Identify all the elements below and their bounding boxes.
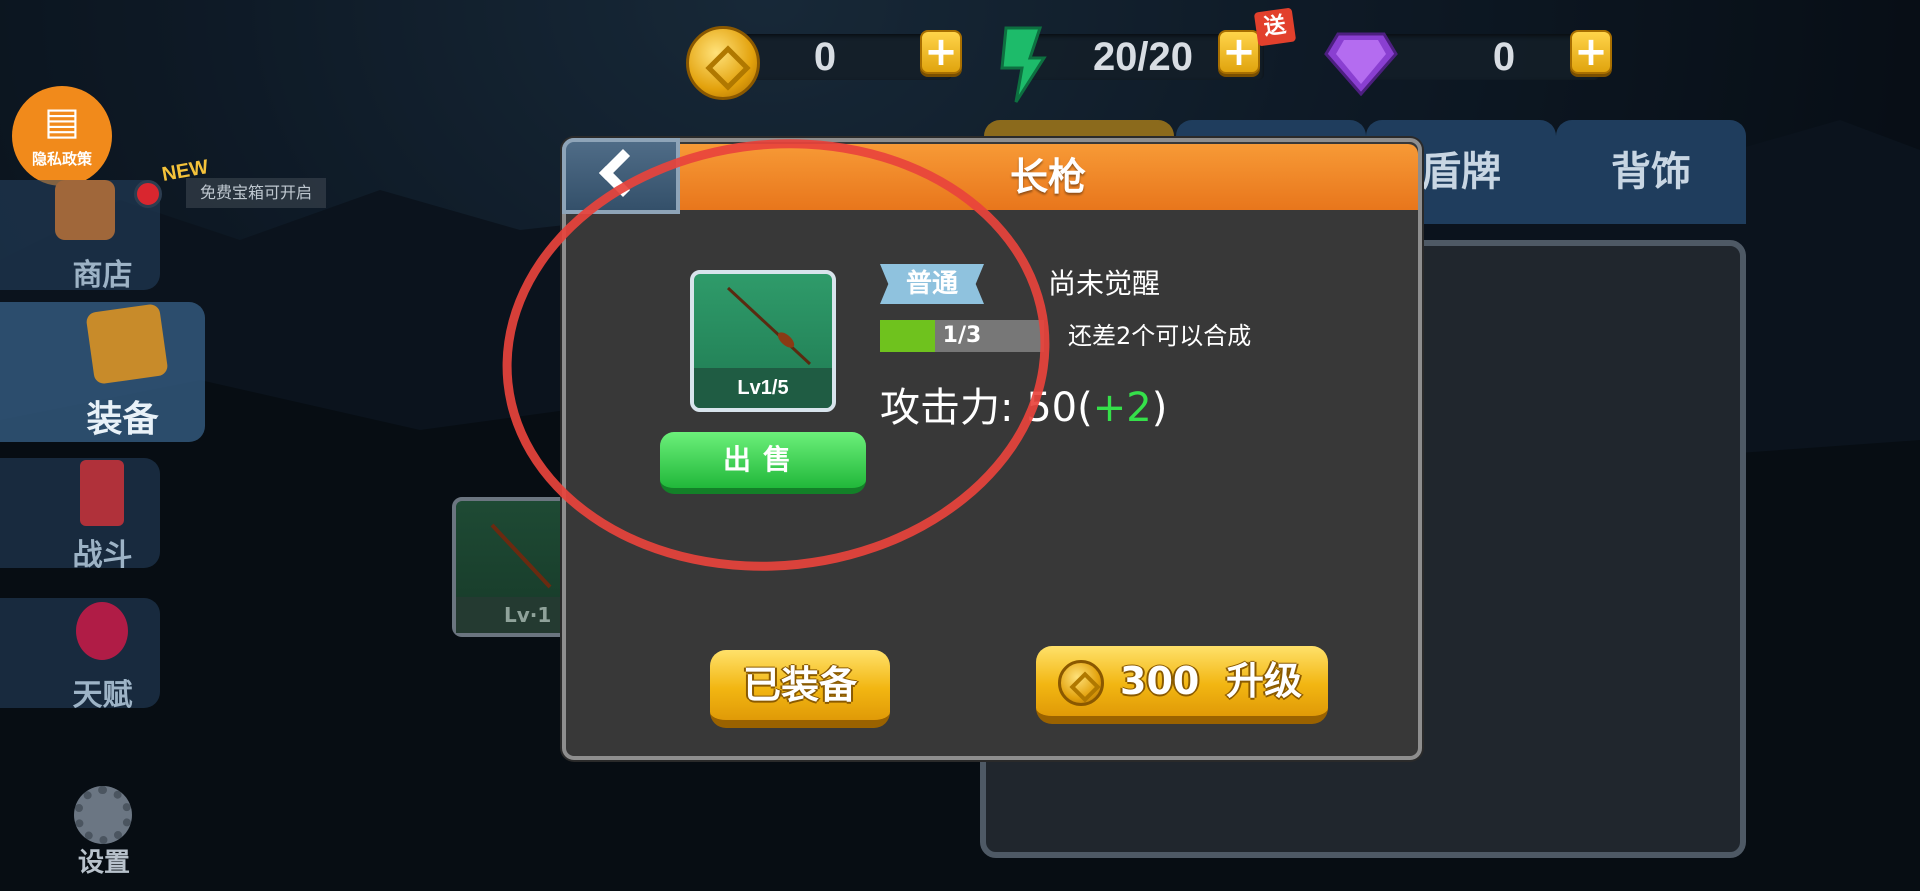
energy-value: 20/20 [1092,35,1194,79]
equipment-cards-icon [85,303,169,385]
upgrade-button[interactable]: 300 升级 [1036,646,1328,724]
energy-resource: 20/20 + 送 [998,7,1297,103]
inventory-spear-item[interactable]: Lv·1 [452,497,572,637]
free-chest-notice[interactable]: 免费宝箱可开启 [186,178,327,208]
notification-dot [134,180,162,208]
attack-bonus-close: ) [1151,385,1168,431]
lightning-bolt-icon [1000,26,1047,103]
attack-bonus: +2 [1092,385,1152,431]
gold-coin-icon [1058,660,1104,706]
upgrade-cost: 300 [1120,659,1200,703]
gem-resource: 0 + [1324,26,1612,96]
sidebar-battle-label: 战斗 [72,538,133,573]
upgrade-label: 升级 [1226,659,1303,703]
equipped-button[interactable]: 已装备 [710,650,890,728]
inventory-item-level: Lv·1 [456,597,568,633]
shop-icon [55,180,115,240]
sidebar-item-talent[interactable]: 天赋 [0,598,160,713]
gold-coin-icon [686,26,760,100]
sidebar-talent-label: 天赋 [72,678,133,713]
attack-bonus-open: ( [1077,385,1093,431]
gear-icon[interactable] [74,786,132,844]
merge-need-text: 还差2个可以合成 [1068,322,1252,350]
gem-plus-button[interactable]: + [1570,30,1612,74]
privacy-policy-label: 隐私政策 [31,150,92,168]
sidebar-item-battle[interactable]: 战斗 [0,458,160,573]
settings-label: 设置 [77,848,130,878]
gold-resource: 0 + [686,26,966,100]
hammer-icon [80,460,124,526]
potion-icon [76,602,128,660]
document-shield-icon: ▤ [44,99,80,143]
energy-plus-button[interactable]: + [1218,30,1260,74]
sidebar-shop-label: 商店 [72,258,133,293]
gold-value: 0 [813,35,837,79]
gold-plus-button[interactable]: + [920,30,962,74]
gift-tag[interactable]: 送 [1253,7,1297,47]
privacy-policy-button[interactable]: ▤ 隐私政策 [12,86,112,186]
tab-back-accessory[interactable]: 背饰 [1556,120,1746,224]
sidebar-item-equipment[interactable]: 装备 [0,302,205,442]
gem-value: 0 [1492,35,1516,79]
awaken-status: 尚未觉醒 [1048,267,1161,300]
sidebar-equipment-label: 装备 [86,399,159,440]
purple-gem-icon [1324,32,1398,96]
spear-icon [490,523,552,589]
